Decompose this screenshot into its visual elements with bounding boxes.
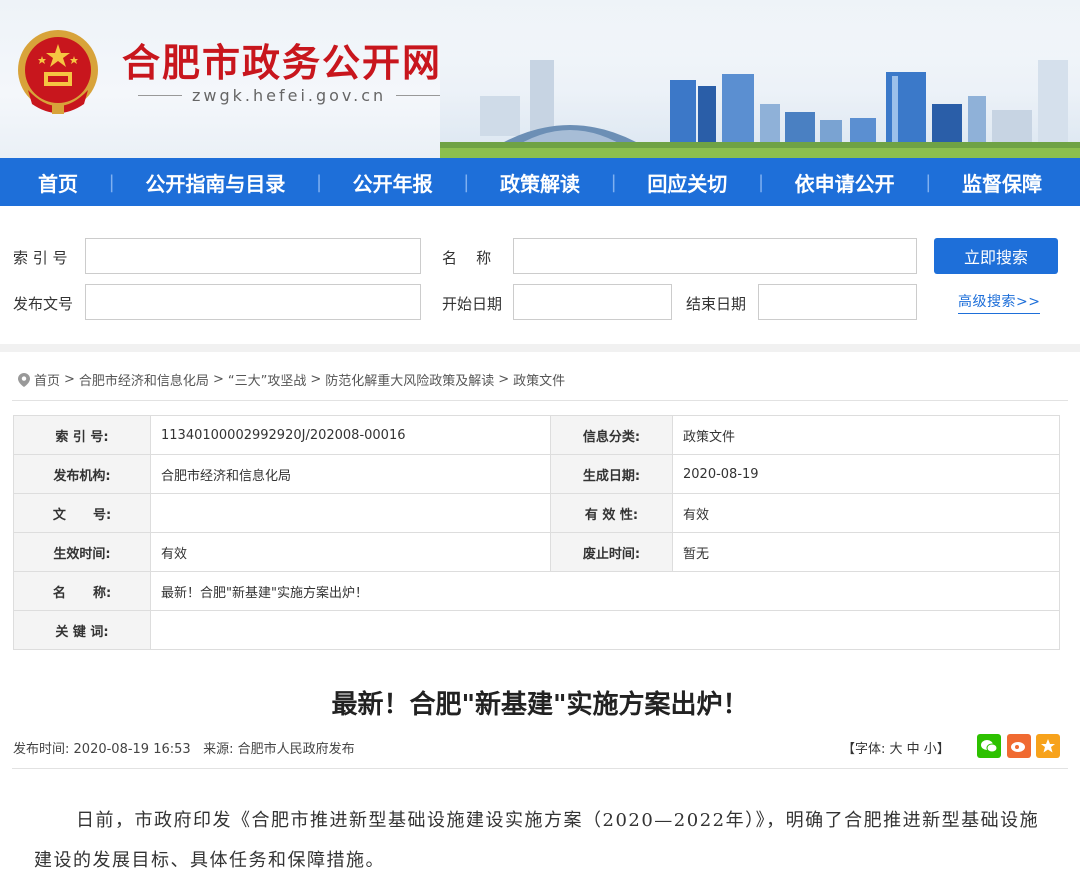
site-url-text: zwgk.hefei.gov.cn — [192, 86, 387, 105]
keywords-key: 关 键 词: — [13, 610, 151, 650]
url-left-line — [138, 95, 182, 96]
table-row: 生效时间: 有效 废止时间: 暂无 — [13, 532, 1060, 572]
start-date-input[interactable] — [513, 284, 672, 320]
validity-key: 有 效 性: — [550, 493, 673, 533]
search-button[interactable]: 立即搜索 — [934, 238, 1058, 274]
breadcrumb-home[interactable]: 首页 — [34, 370, 60, 389]
effective-date-value: 有效 — [150, 532, 551, 572]
repeal-date-value: 暂无 — [672, 532, 1060, 572]
doc-name-value: 最新！合肥"新基建"实施方案出炉！ — [150, 571, 1060, 611]
table-row: 发布机构: 合肥市经济和信息化局 生成日期: 2020-08-19 — [13, 454, 1060, 494]
doc-no-label: 发布文号 — [13, 295, 74, 313]
index-no-value: 11340100002992920J/202008-00016 — [150, 415, 551, 455]
table-row: 名 称: 最新！合肥"新基建"实施方案出炉！ — [13, 571, 1060, 611]
index-no-input[interactable] — [85, 238, 421, 274]
breadcrumb-policy-docs[interactable]: 政策文件 — [513, 370, 565, 389]
effective-date-key: 生效时间: — [13, 532, 151, 572]
category-key: 信息分类: — [550, 415, 673, 455]
favorite-icon[interactable] — [1036, 734, 1060, 758]
nav-policy-interpretation[interactable]: 政策解读 — [500, 168, 580, 197]
category-value: 政策文件 — [672, 415, 1060, 455]
breadcrumb-sep: > — [64, 372, 75, 387]
breadcrumb-divider — [12, 400, 1068, 401]
repeal-date-key: 废止时间: — [550, 532, 673, 572]
name-label: 名 称 — [442, 249, 492, 267]
publish-time-label: 发布时间: — [13, 742, 70, 757]
article-title: 最新！合肥"新基建"实施方案出炉！ — [331, 690, 749, 720]
start-date-label: 开始日期 — [442, 295, 503, 313]
advanced-search-link[interactable]: 高级搜索>> — [958, 291, 1041, 314]
doc-no-key: 文 号: — [13, 493, 151, 533]
nav-separator: | — [463, 171, 470, 193]
end-date-input[interactable] — [758, 284, 917, 320]
publish-time: 2020-08-19 16:53 — [73, 742, 191, 757]
nav-guide-catalog[interactable]: 公开指南与目录 — [145, 168, 285, 197]
table-row: 关 键 词: — [13, 610, 1060, 650]
city-skyline-image — [440, 0, 1080, 158]
national-emblem-icon[interactable] — [14, 26, 102, 118]
nav-home[interactable]: 首页 — [38, 168, 78, 197]
doc-name-key: 名 称: — [13, 571, 151, 611]
location-pin-icon — [18, 372, 30, 387]
breadcrumb-sep: > — [310, 372, 322, 387]
nav-apply-disclosure[interactable]: 依申请公开 — [795, 168, 895, 197]
breadcrumb-risk-policy[interactable]: 防范化解重大风险政策及解读 — [325, 370, 494, 389]
weibo-icon[interactable] — [1007, 734, 1031, 758]
created-date-key: 生成日期: — [550, 454, 673, 494]
nav-annual-report[interactable]: 公开年报 — [353, 168, 433, 197]
breadcrumb-sep: > — [212, 372, 224, 387]
table-row: 索 引 号: 11340100002992920J/202008-00016 信… — [13, 415, 1060, 455]
breadcrumb-sep: > — [498, 372, 510, 387]
created-date-value: 2020-08-19 — [672, 454, 1060, 494]
source-label: 来源: — [203, 742, 234, 757]
article-meta: 发布时间: 2020-08-19 16:53 来源: 合肥市人民政府发布 — [13, 738, 355, 757]
publisher-key: 发布机构: — [13, 454, 151, 494]
site-url: zwgk.hefei.gov.cn — [128, 86, 450, 105]
breadcrumb-bureau[interactable]: 合肥市经济和信息化局 — [79, 370, 209, 389]
doc-no-input[interactable] — [85, 284, 421, 320]
name-input[interactable] — [513, 238, 917, 274]
breadcrumb-three-battles[interactable]: “三大”攻坚战 — [228, 370, 306, 389]
article-paragraph: 日前，市政府印发《合肥市推进新型基础设施建设实施方案（2020—2022年）》，… — [34, 810, 1040, 871]
site-title[interactable]: 合肥市政务公开网 — [122, 32, 442, 87]
font-size-switcher[interactable]: 【字体: 大 中 小】 — [842, 738, 950, 757]
keywords-value — [150, 610, 1060, 650]
document-info-table: 索 引 号: 11340100002992920J/202008-00016 信… — [13, 415, 1060, 650]
end-date-label: 结束日期 — [686, 295, 747, 313]
meta-divider — [12, 768, 1068, 769]
url-right-line — [396, 95, 441, 96]
doc-no-value — [150, 493, 551, 533]
breadcrumb: 首页 > 合肥市经济和信息化局 > “三大”攻坚战 > 防范化解重大风险政策及解… — [18, 370, 565, 389]
index-no-label: 索 引 号 — [13, 249, 68, 267]
source: 合肥市人民政府发布 — [237, 742, 355, 757]
nav-responses[interactable]: 回应关切 — [647, 168, 727, 197]
nav-separator: | — [757, 171, 765, 193]
nav-separator: | — [610, 171, 617, 193]
site-header: 合肥市政务公开网 zwgk.hefei.gov.cn — [0, 0, 1080, 158]
index-no-key: 索 引 号: — [13, 415, 151, 455]
publisher-value: 合肥市经济和信息化局 — [150, 454, 551, 494]
wechat-icon[interactable] — [977, 734, 1001, 758]
search-panel — [0, 206, 1080, 352]
nav-supervision[interactable]: 监督保障 — [962, 168, 1042, 197]
nav-separator: | — [925, 171, 932, 193]
table-row: 文 号: 有 效 性: 有效 — [13, 493, 1060, 533]
validity-value: 有效 — [672, 493, 1060, 533]
main-nav: 首页 | 公开指南与目录 | 公开年报 | 政策解读 | 回应关切 | 依申请公… — [0, 158, 1080, 206]
nav-separator: | — [315, 171, 323, 193]
nav-separator: | — [108, 171, 115, 193]
